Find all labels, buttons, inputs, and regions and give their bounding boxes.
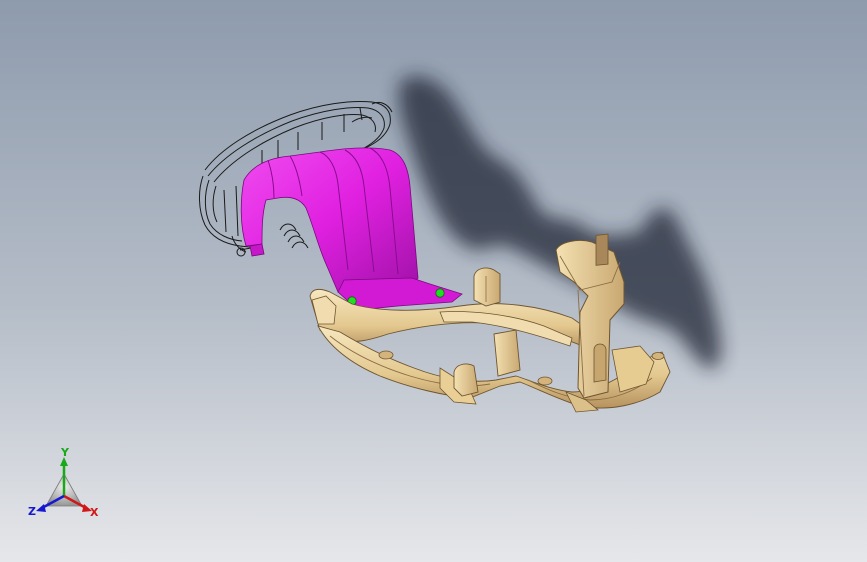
z-axis-label: Z (28, 505, 36, 518)
graphics-viewport[interactable]: Y X Z (0, 0, 867, 562)
tab-post-bottom[interactable] (453, 363, 479, 397)
marker-point-right[interactable] (435, 288, 445, 298)
tab-post-left[interactable] (473, 267, 501, 307)
model-canvas[interactable] (0, 0, 867, 562)
x-axis-label: X (90, 506, 99, 519)
y-axis-label: Y (60, 446, 70, 459)
view-orientation-triad[interactable]: Y X Z (20, 446, 110, 526)
tab-post-center[interactable] (493, 329, 521, 377)
